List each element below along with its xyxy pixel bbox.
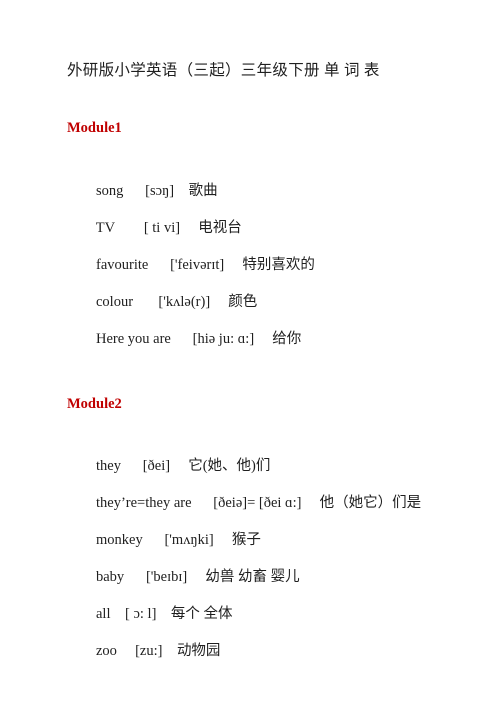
entry-gap [214, 532, 232, 548]
entry-gap [170, 458, 188, 474]
entry-term: zoo [96, 642, 117, 659]
entry-phonetic: [ðeiə]= [ðei ɑ:] [213, 494, 302, 511]
entry-term: monkey [96, 531, 143, 548]
entry-phonetic: ['beɪbɪ] [145, 568, 188, 585]
entry-term: they [96, 457, 121, 474]
entry-term: TV [95, 220, 115, 237]
entry-meaning: 歌曲 [188, 183, 218, 200]
vocabulary-entry: song [sɔŋ] 歌曲 [67, 170, 466, 207]
entry-term: colour [96, 294, 134, 311]
entry-phonetic: [ ɔ: l] [125, 605, 157, 622]
entry-gap [143, 532, 165, 548]
entry-gap [174, 183, 189, 199]
vocabulary-entry: all [ ɔ: l] 每个 全体 [67, 592, 466, 629]
entry-term: they’re=they are [96, 494, 192, 511]
entry-phonetic: [ðei] [142, 457, 171, 474]
entry-meaning: 颜色 [228, 294, 258, 311]
module-heading: Module1 [67, 120, 122, 137]
entry-gap [117, 643, 135, 659]
entry-phonetic: [hiə ju: ɑ:] [192, 331, 255, 348]
entry-meaning: 每个 全体 [170, 605, 233, 622]
entry-gap [123, 183, 145, 199]
vocabulary-entry: they’re=they are [ðeiə]= [ðei ɑ:] 他（她它）们… [67, 481, 466, 518]
entry-term: baby [96, 568, 125, 585]
entry-gap [302, 495, 320, 511]
entry-phonetic: ['kʌlə(r)] [158, 294, 211, 311]
entry-gap [187, 569, 205, 585]
entry-gap [133, 294, 158, 310]
vocabulary-entry: monkey ['mʌŋki] 猴子 [67, 518, 466, 555]
entry-meaning: 它(她、他)们 [188, 457, 271, 474]
entry-term: Here you are [96, 331, 171, 348]
entry-phonetic: ['mʌŋki] [164, 531, 214, 548]
module-heading: Module2 [67, 395, 122, 412]
entry-term: all [96, 605, 111, 622]
entry-gap [111, 606, 126, 622]
document-page: 外研版小学英语（三起）三年级下册 单 词 表 Module1 song [sɔŋ… [0, 0, 500, 710]
vocabulary-entry: colour ['kʌlə(r)] 颜色 [67, 281, 466, 318]
entry-meaning: 电视台 [198, 220, 242, 237]
entry-gap [210, 294, 228, 310]
entry-phonetic: [sɔŋ] [145, 183, 175, 200]
module-section-2: Module2 they [ðei] 它(她、他)们 they’re=they … [34, 397, 466, 667]
vocabulary-entry: TV [ ti vi] 电视台 [67, 207, 466, 244]
vocabulary-entry: baby ['beɪbɪ] 幼兽 幼畜 婴儿 [67, 555, 466, 592]
vocabulary-list-module1: song [sɔŋ] 歌曲 TV [ ti vi] 电视台 favourite … [67, 170, 466, 355]
entry-meaning: 他（她它）们是 [319, 494, 422, 511]
entry-phonetic: [zu:] [135, 642, 163, 659]
vocabulary-list-module2: they [ðei] 它(她、他)们 they’re=they are [ðei… [67, 444, 466, 666]
entry-term: favourite [96, 257, 149, 274]
entry-phonetic: [ ti vi] [143, 220, 181, 237]
entry-gap [180, 220, 198, 236]
entry-gap [121, 458, 143, 474]
entry-gap [224, 257, 242, 273]
vocabulary-entry: favourite ['feivərɪt] 特别喜欢的 [67, 244, 466, 281]
vocabulary-entry: Here you are [hiə ju: ɑ:] 给你 [67, 318, 466, 355]
entry-gap [124, 569, 146, 585]
entry-meaning: 幼兽 幼畜 婴儿 [205, 568, 300, 585]
entry-term: song [96, 183, 124, 200]
entry-meaning: 动物园 [176, 642, 221, 659]
vocabulary-entry: they [ðei] 它(她、他)们 [67, 444, 466, 481]
entry-gap [162, 643, 177, 659]
vocabulary-entry: zoo [zu:] 动物园 [67, 629, 466, 666]
entry-gap [254, 331, 272, 347]
module-section-1: Module1 song [sɔŋ] 歌曲 TV [ ti vi] 电视台 fa… [34, 121, 466, 355]
entry-phonetic: ['feivərɪt] [170, 257, 225, 274]
entry-meaning: 给你 [272, 331, 302, 348]
entry-gap [171, 331, 193, 347]
entry-meaning: 猴子 [231, 531, 261, 548]
entry-meaning: 特别喜欢的 [242, 257, 315, 274]
page-title: 外研版小学英语（三起）三年级下册 单 词 表 [67, 62, 380, 79]
entry-gap [115, 220, 144, 236]
entry-gap [148, 257, 170, 273]
entry-gap [156, 606, 171, 622]
entry-gap [192, 495, 214, 511]
